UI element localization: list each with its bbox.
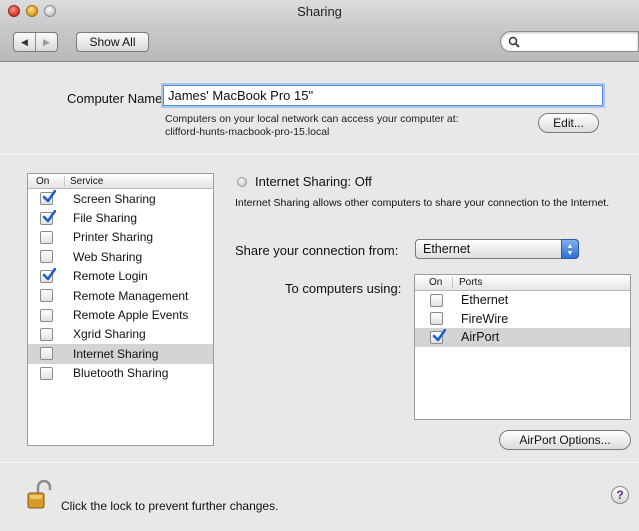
lock-message: Click the lock to prevent further change… [61,499,279,513]
service-row-label: Remote Management [73,288,189,303]
service-row[interactable]: Remote Login [28,267,213,286]
service-row-label: Printer Sharing [73,230,154,245]
service-description: Internet Sharing allows other computers … [235,197,610,209]
share-from-label: Share your connection from: [235,243,399,258]
section-divider [0,154,639,155]
select-arrows-icon: ▲ ▼ [561,239,579,259]
service-row-label: Screen Sharing [73,191,156,206]
checkbox[interactable] [40,308,53,322]
show-all-button[interactable]: Show All [76,32,149,52]
service-row-label: Remote Apple Events [73,308,189,323]
service-row-label: Web Sharing [73,249,143,264]
share-from-value: Ethernet [423,242,471,256]
service-row-label: Xgrid Sharing [73,327,146,342]
checkmark-icon [42,267,56,281]
checkbox[interactable] [40,267,56,283]
checkbox[interactable] [40,347,53,361]
back-forward-control: ◀ ▶ [13,32,58,52]
service-row-label: Remote Login [73,269,148,284]
service-row[interactable]: File Sharing [28,208,213,227]
forward-button[interactable]: ▶ [35,33,57,51]
edit-button[interactable]: Edit... [538,113,599,133]
column-header-on[interactable]: On [28,175,65,187]
computer-address-line2: clifford-hunts-macbook-pro-15.local [165,126,330,138]
airport-options-button[interactable]: AirPort Options... [499,430,631,450]
computer-name-input[interactable]: James' MacBook Pro 15" [163,85,603,106]
checkbox[interactable] [430,328,446,344]
computer-address-line1: Computers on your local network can acce… [165,113,459,125]
service-row-label: Bluetooth Sharing [73,366,169,381]
service-row[interactable]: Remote Management [28,286,213,305]
computer-address-info: Computers on your local network can acce… [165,113,459,139]
port-row-label: AirPort [461,330,500,345]
column-header-on[interactable]: On [415,277,453,288]
service-row[interactable]: Printer Sharing [28,228,213,247]
checkbox[interactable] [40,250,53,264]
help-button[interactable]: ? [611,486,629,504]
port-row[interactable]: FireWire [415,310,630,329]
to-computers-label: To computers using: [285,281,402,296]
service-row[interactable]: Xgrid Sharing [28,325,213,344]
checkbox[interactable] [40,366,53,380]
sharing-status: Internet Sharing: Off [255,174,372,189]
search-icon [508,36,520,48]
checkbox[interactable] [430,293,443,307]
port-row-label: FireWire [461,311,509,326]
service-row-label: File Sharing [73,211,138,226]
service-row[interactable]: Remote Apple Events [28,305,213,324]
footer-divider [0,462,639,463]
service-row-label: Internet Sharing [73,346,159,361]
checkmark-icon [432,328,446,342]
window-title: Sharing [297,4,342,19]
status-indicator-icon [237,177,247,187]
service-row[interactable]: Screen Sharing [28,189,213,208]
preferences-window: Sharing ◀ ▶ Show All Computer Name: Jame… [0,0,639,531]
title-toolbar: Sharing ◀ ▶ Show All [0,0,639,62]
port-row[interactable]: AirPort [415,328,630,347]
checkbox[interactable] [40,230,53,244]
checkbox[interactable] [430,312,443,326]
service-list: On Service Screen Sharing File Sharing Pri… [27,173,214,446]
service-list-header: On Service [28,174,213,189]
checkmark-icon [42,209,56,222]
port-row-label: Ethernet [461,293,509,308]
ports-list-header: On Ports [415,275,630,291]
checkbox[interactable] [40,327,53,341]
checkbox[interactable] [40,289,53,303]
search-field[interactable] [500,31,639,52]
back-button[interactable]: ◀ [14,33,35,51]
column-header-service[interactable]: Service [65,176,103,187]
column-header-ports[interactable]: Ports [453,277,482,288]
share-from-select[interactable]: Ethernet ▲ ▼ [415,239,579,259]
checkmark-icon [42,190,56,203]
checkbox[interactable] [40,209,56,225]
checkbox[interactable] [40,190,56,206]
lock-icon[interactable] [25,480,55,510]
service-row[interactable]: Web Sharing [28,247,213,266]
ports-list: On Ports Ethernet FireWire AirPort [414,274,631,420]
computer-name-label: Computer Name: [67,91,166,106]
service-row[interactable]: Internet Sharing [28,344,213,364]
port-row[interactable]: Ethernet [415,291,630,310]
service-row[interactable]: Bluetooth Sharing [28,364,213,383]
